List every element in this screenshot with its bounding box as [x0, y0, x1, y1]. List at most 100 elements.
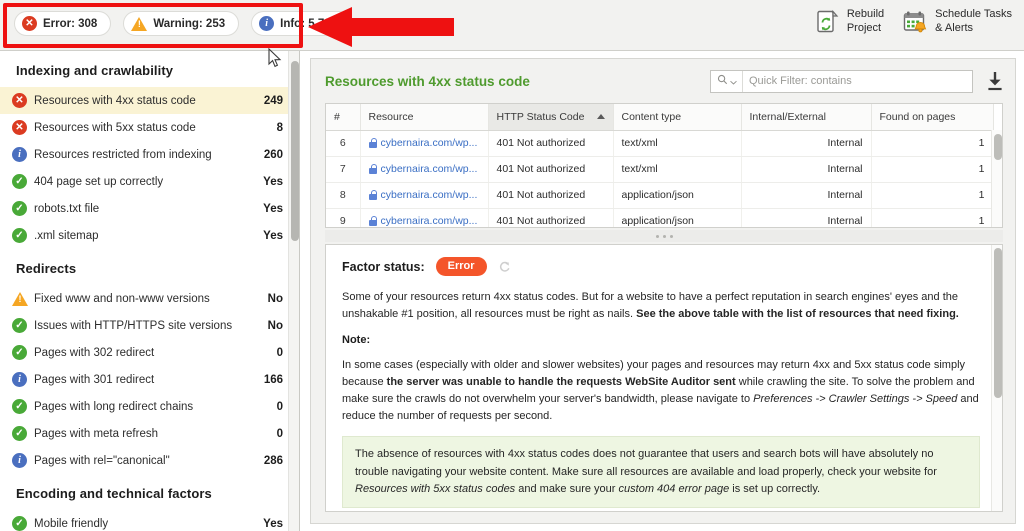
tip-text-1: The absence of resources with 4xx status…	[355, 448, 937, 477]
column-header-label: Content type	[622, 111, 682, 123]
table-row[interactable]: 6cybernaira.com/wp...401 Not authorizedt…	[326, 130, 993, 156]
table-scrollbar[interactable]	[991, 130, 1002, 227]
table-row[interactable]: 9cybernaira.com/wp...401 Not authorizeda…	[326, 208, 993, 228]
status-icon-wrapper: i	[12, 453, 34, 468]
factor-panel-scrollbar[interactable]	[991, 245, 1002, 511]
sidebar-item-robots-txt-file[interactable]: ✓robots.txt fileYes	[0, 195, 299, 222]
sidebar-item-pages-with-meta-refresh[interactable]: ✓Pages with meta refresh0	[0, 420, 299, 447]
internal-external: Internal	[741, 208, 871, 228]
column-header-[interactable]: #	[326, 104, 360, 130]
table-header-row: #Resource HTTP Status Code Content type Int…	[326, 104, 993, 130]
tip-italic-1: Resources with 5xx status codes	[355, 483, 515, 495]
refresh-icon[interactable]	[498, 260, 511, 273]
application-window: ✕Error: 308Warning: 253iInfo: 5,794 Rebu…	[0, 0, 1024, 531]
sidebar-scrollbar-thumb[interactable]	[291, 61, 299, 241]
sidebar-item-value: 166	[264, 374, 283, 386]
sidebar-item-resources-restricted-from-indexing[interactable]: iResources restricted from indexing260	[0, 141, 299, 168]
info-icon: i	[12, 372, 27, 387]
resource-link[interactable]: cybernaira.com/wp...	[360, 130, 488, 156]
sidebar-item-pages-with-302-redirect[interactable]: ✓Pages with 302 redirect0	[0, 339, 299, 366]
ok-icon: ✓	[12, 201, 27, 216]
table-scrollbar-thumb[interactable]	[994, 134, 1002, 160]
quick-filter-input[interactable]	[743, 71, 972, 92]
sidebar-section-title: Redirects	[0, 249, 299, 285]
lock-icon	[369, 190, 377, 200]
info-icon: i	[259, 16, 274, 31]
filter-mode-dropdown[interactable]	[711, 71, 743, 92]
sidebar-item-label: Pages with 302 redirect	[34, 347, 269, 359]
tip-text-2: and make sure your	[515, 483, 618, 495]
column-header-label: HTTP Status Code	[497, 111, 585, 123]
sidebar-item-issues-with-http-https-site-versions[interactable]: ✓Issues with HTTP/HTTPS site versionsNo	[0, 312, 299, 339]
badge-label: Warning: 253	[153, 18, 225, 30]
error-count-badge[interactable]: ✕Error: 308	[14, 11, 111, 36]
sidebar-item-pages-with-long-redirect-chains[interactable]: ✓Pages with long redirect chains0	[0, 393, 299, 420]
panel-splitter-handle[interactable]	[325, 230, 1003, 242]
column-header-content-type[interactable]: Content type	[613, 104, 741, 130]
download-icon[interactable]	[985, 70, 1005, 92]
resource-link[interactable]: cybernaira.com/wp...	[360, 208, 488, 228]
rebuild-project-button[interactable]: Rebuild Project	[814, 8, 884, 36]
column-header-http-status-code[interactable]: HTTP Status Code	[488, 104, 613, 130]
ok-icon: ✓	[12, 228, 27, 243]
status-icon-wrapper: ✓	[12, 318, 34, 333]
sidebar-item-value: Yes	[263, 518, 283, 530]
error-icon: ✕	[12, 93, 27, 108]
sidebar-item-xml-sitemap[interactable]: ✓.xml sitemapYes	[0, 222, 299, 249]
row-number: 9	[326, 208, 360, 228]
sidebar-item-label: Resources restricted from indexing	[34, 149, 256, 161]
sidebar-item-mobile-friendly[interactable]: ✓Mobile friendlyYes	[0, 510, 299, 531]
resources-table: #Resource HTTP Status Code Content type Int…	[326, 104, 994, 228]
quick-filter-box[interactable]	[710, 70, 973, 93]
column-header-found-on-pages[interactable]: Found on pages	[871, 104, 993, 130]
row-number: 7	[326, 156, 360, 182]
resource-link[interactable]: cybernaira.com/wp...	[360, 182, 488, 208]
ok-icon: ✓	[12, 318, 27, 333]
resources-table-container[interactable]: #Resource HTTP Status Code Content type Int…	[325, 103, 1003, 228]
lock-icon	[369, 164, 377, 174]
column-header-resource[interactable]: Resource	[360, 104, 488, 130]
sidebar-item-resources-with-4xx-status-code[interactable]: ✕Resources with 4xx status code249	[0, 87, 299, 114]
table-row[interactable]: 8cybernaira.com/wp...401 Not authorizeda…	[326, 182, 993, 208]
tip-box: The absence of resources with 4xx status…	[342, 436, 980, 507]
factor-panel-scrollbar-thumb[interactable]	[994, 248, 1002, 398]
schedule-tasks-icon	[902, 9, 928, 35]
status-icon-wrapper	[12, 292, 34, 306]
resource-url: cybernaira.com/wp...	[381, 137, 478, 149]
ok-icon: ✓	[12, 399, 27, 414]
status-icon-wrapper: ✓	[12, 174, 34, 189]
status-icon-wrapper: ✕	[12, 120, 34, 135]
sidebar-item-value: Yes	[263, 176, 283, 188]
internal-external: Internal	[741, 130, 871, 156]
sidebar-item-label: .xml sitemap	[34, 230, 255, 242]
sidebar-item-pages-with-rel-canonical[interactable]: iPages with rel="canonical" 286	[0, 447, 299, 474]
sidebar-item-pages-with-301-redirect[interactable]: iPages with 301 redirect166	[0, 366, 299, 393]
sidebar-section-title: Indexing and crawlability	[0, 51, 299, 87]
rebuild-project-label: Rebuild Project	[847, 8, 884, 36]
status-icon-wrapper: ✓	[12, 399, 34, 414]
sidebar-item-label: Pages with rel="canonical"	[34, 455, 256, 467]
warning-count-badge[interactable]: Warning: 253	[123, 11, 239, 36]
factors-sidebar[interactable]: Indexing and crawlability✕Resources with…	[0, 51, 300, 531]
chevron-down-icon	[730, 72, 737, 90]
column-header-internal-external[interactable]: Internal/External	[741, 104, 871, 130]
table-row[interactable]: 7cybernaira.com/wp...401 Not authorizedt…	[326, 156, 993, 182]
main-content-panel: Resources with 4xx status code	[310, 58, 1016, 524]
page-title: Resources with 4xx status code	[325, 74, 710, 89]
sidebar-section-title: Encoding and technical factors	[0, 474, 299, 510]
found-on-pages: 1	[871, 130, 993, 156]
lock-icon	[369, 138, 377, 148]
warning-icon	[12, 292, 28, 306]
sidebar-item-404-page-set-up-correctly[interactable]: ✓404 page set up correctlyYes	[0, 168, 299, 195]
schedule-tasks-button[interactable]: Schedule Tasks & Alerts	[902, 8, 1012, 36]
sidebar-item-resources-with-5xx-status-code[interactable]: ✕Resources with 5xx status code8	[0, 114, 299, 141]
badge-label: Error: 308	[43, 18, 97, 30]
ok-icon: ✓	[12, 516, 27, 531]
resource-link[interactable]: cybernaira.com/wp...	[360, 156, 488, 182]
info-count-badge[interactable]: iInfo: 5,794	[251, 11, 351, 36]
sidebar-item-value: 286	[264, 455, 283, 467]
sidebar-item-fixed-www-and-non-www-versions[interactable]: Fixed www and non-www versionsNo	[0, 285, 299, 312]
sidebar-scrollbar[interactable]	[288, 51, 299, 531]
http-status-code: 401 Not authorized	[488, 156, 613, 182]
sidebar-item-label: Resources with 5xx status code	[34, 122, 269, 134]
